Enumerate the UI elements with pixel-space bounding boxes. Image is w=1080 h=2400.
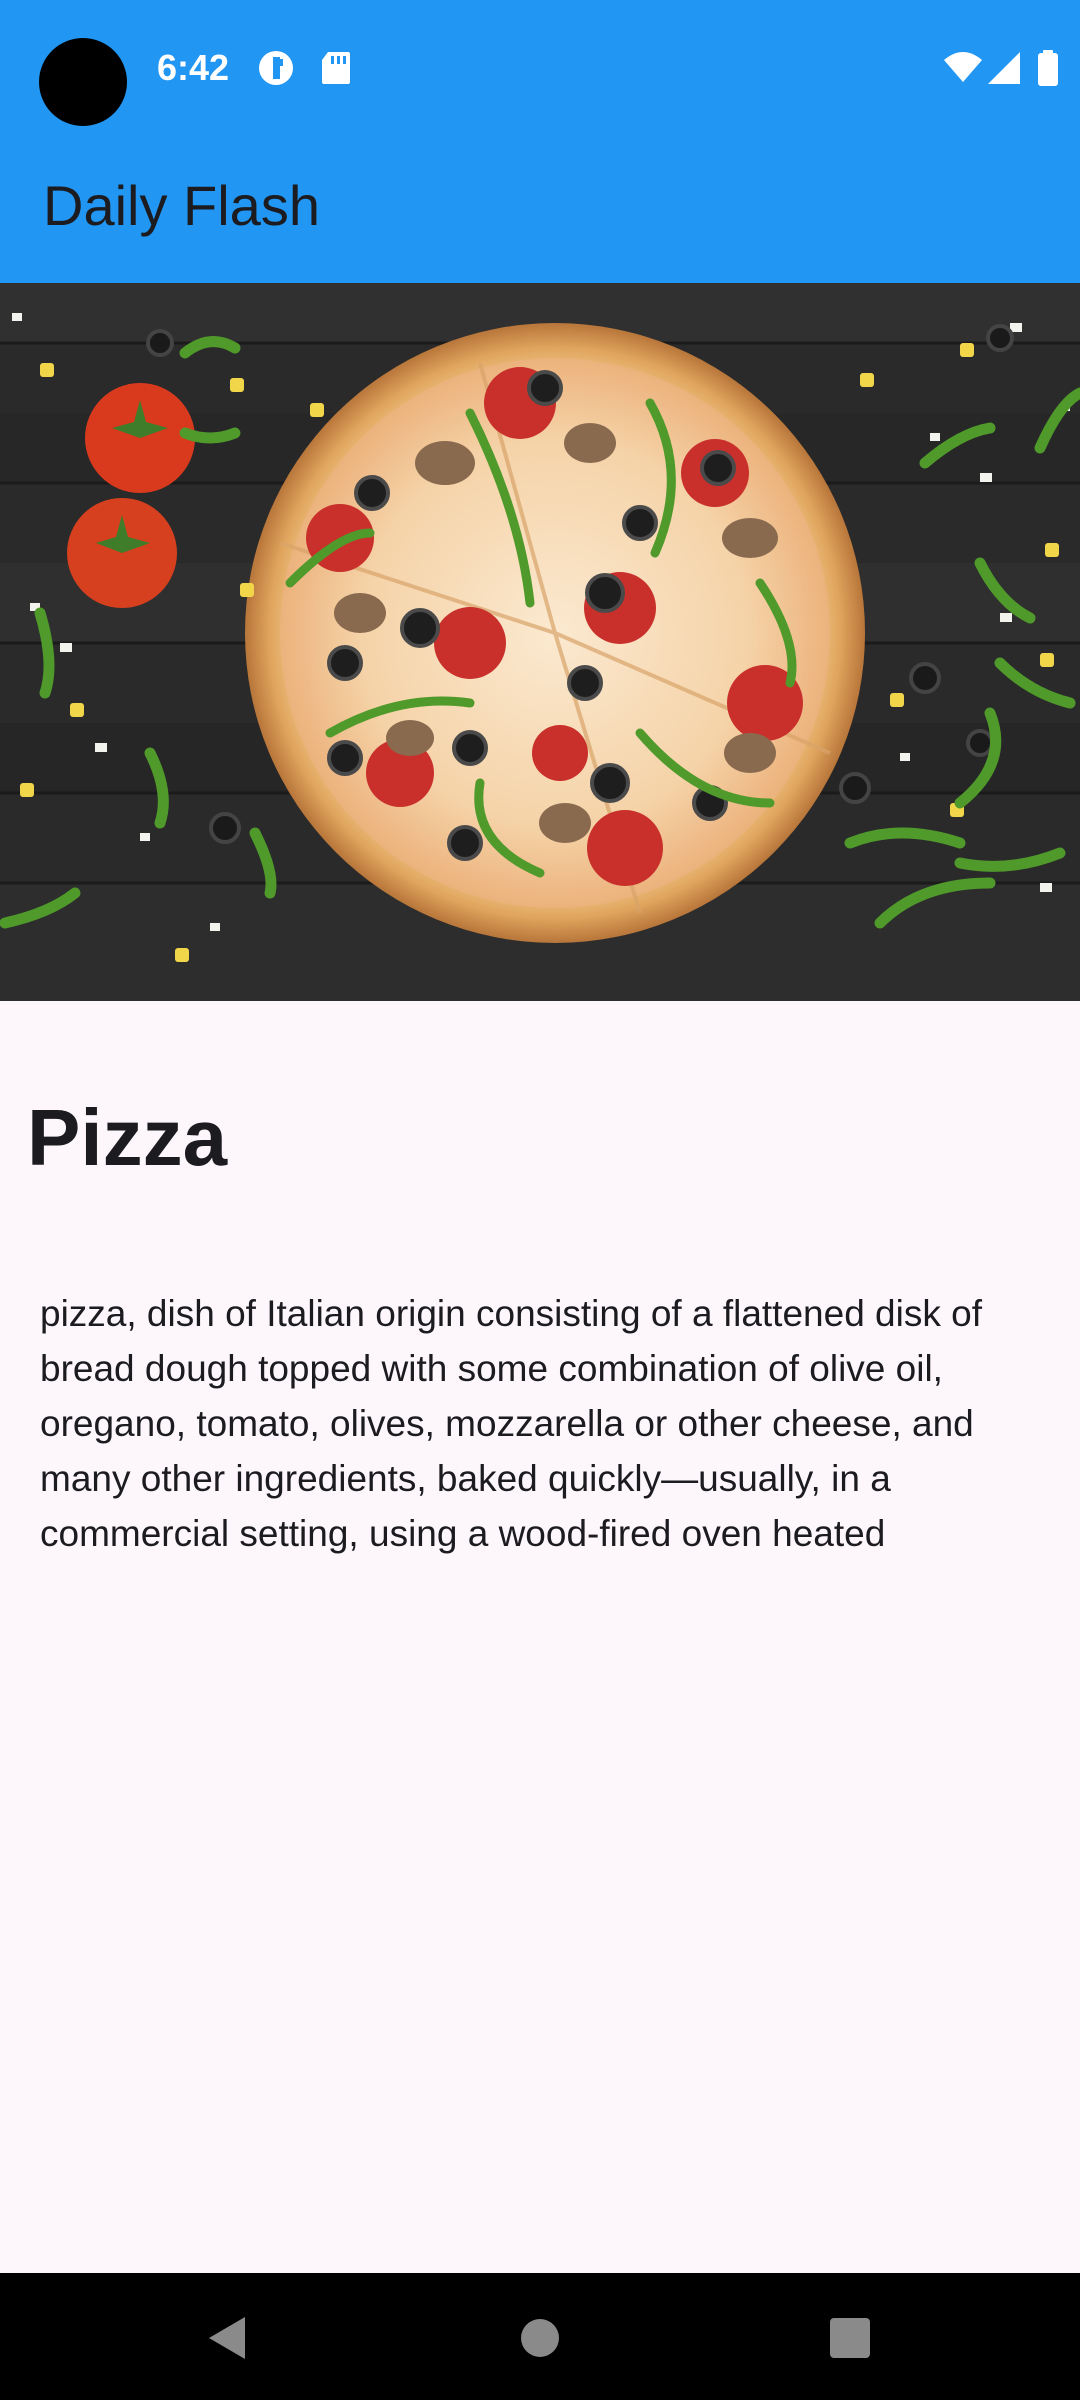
status-bar: 6:42 xyxy=(0,0,1080,136)
pizza-image xyxy=(0,283,1080,1001)
battery-icon xyxy=(1036,48,1060,88)
app-header: 6:42 Daily Flash xyxy=(0,0,1080,283)
recents-icon[interactable] xyxy=(815,2303,885,2373)
cellular-signal-icon xyxy=(986,48,1022,88)
navigation-bar xyxy=(0,2273,1080,2400)
article-title: Pizza xyxy=(27,1093,228,1182)
article-description: pizza, dish of Italian origin consisting… xyxy=(40,1293,982,1554)
camera-cutout xyxy=(39,38,127,126)
data-saver-icon xyxy=(256,48,296,88)
status-time: 6:42 xyxy=(157,47,230,88)
home-icon[interactable] xyxy=(505,2303,575,2373)
app-bar-title: Daily Flash xyxy=(43,174,320,237)
wifi-icon xyxy=(942,48,984,88)
back-icon[interactable] xyxy=(193,2303,263,2373)
sd-card-icon xyxy=(316,48,356,88)
app-screen: 6:42 Daily Flash Pizza pizza, dish of It… xyxy=(0,0,1080,2400)
